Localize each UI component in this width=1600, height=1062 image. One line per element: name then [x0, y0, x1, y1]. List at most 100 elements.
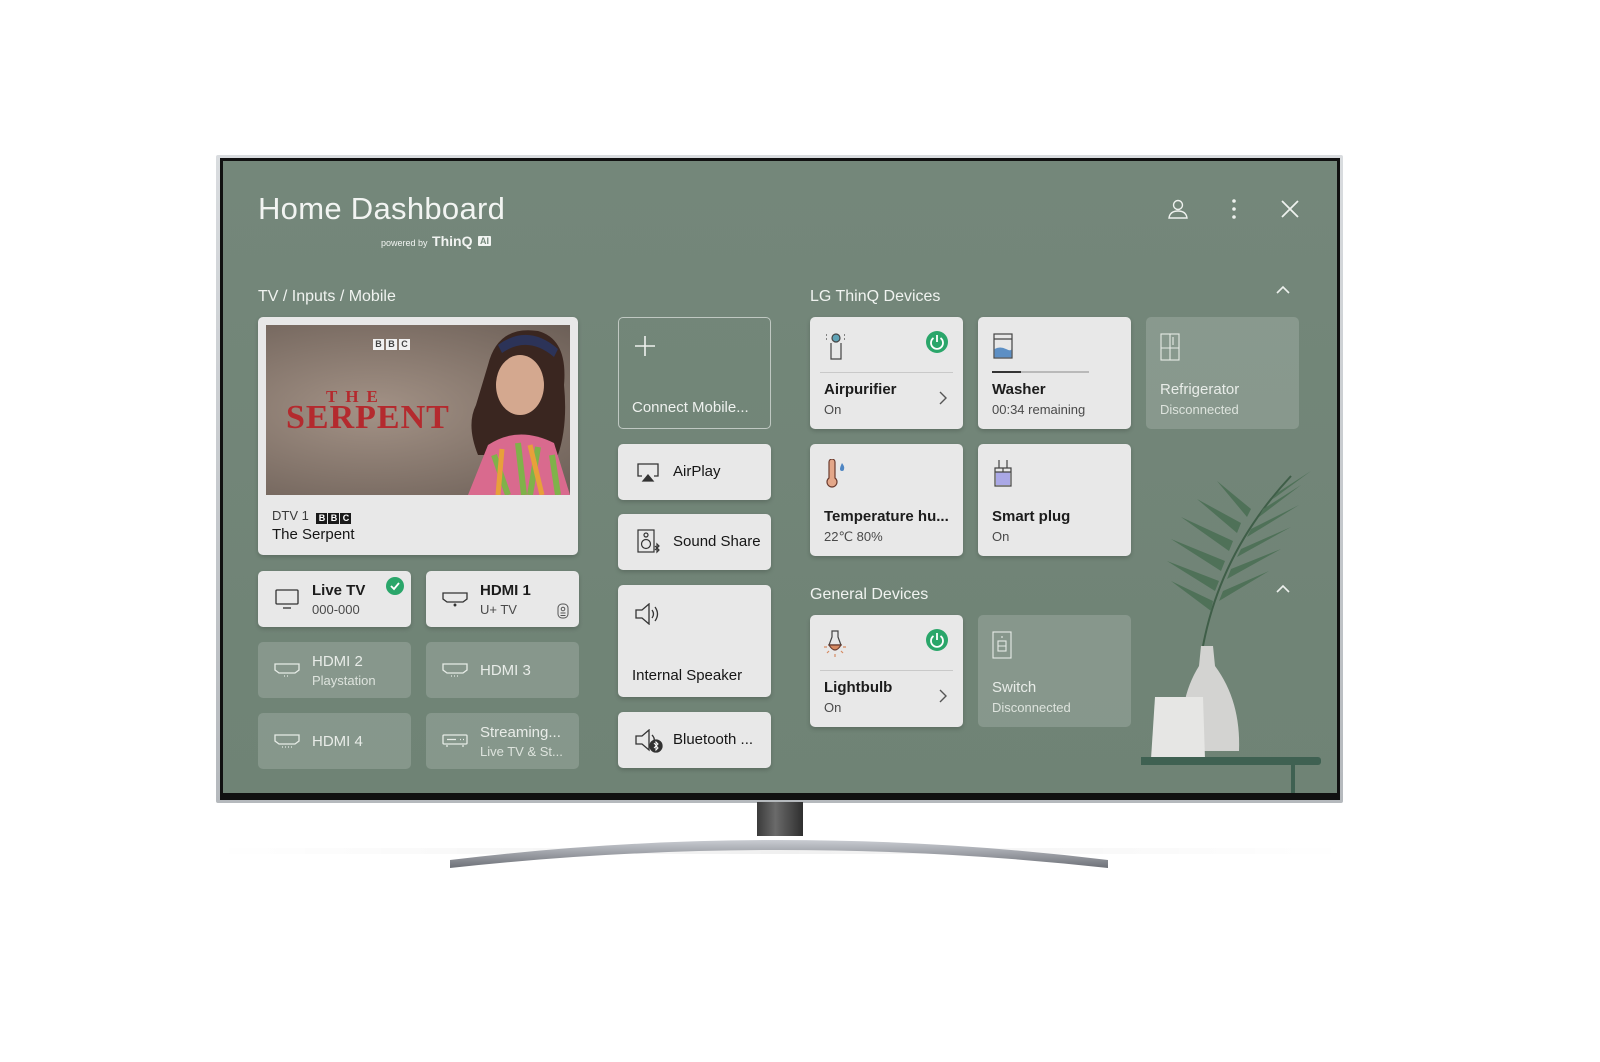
profile-icon[interactable]	[1166, 197, 1190, 221]
ai-badge: AI	[478, 236, 491, 246]
device-switch[interactable]: Switch Disconnected	[978, 615, 1131, 727]
device-name: Refrigerator	[1160, 381, 1240, 398]
chevron-right-icon[interactable]	[938, 688, 948, 704]
channel-number: DTV 1	[272, 508, 309, 523]
airplay-icon	[637, 463, 659, 482]
device-status: 00:34 remaining	[992, 402, 1086, 417]
section-title-general: General Devices	[810, 586, 929, 603]
thinq-logo: ThinQ	[432, 233, 473, 249]
power-on-icon[interactable]	[926, 331, 948, 353]
refrigerator-icon	[1160, 333, 1180, 361]
page-title: Home Dashboard	[258, 191, 506, 226]
input-live-tv[interactable]: Live TV 000-000	[258, 571, 411, 627]
device-temperature-humidity[interactable]: Temperature hu... 22℃ 80%	[810, 444, 963, 556]
selected-check-icon	[386, 577, 404, 595]
plus-icon	[635, 336, 655, 356]
device-lightbulb[interactable]: Lightbulb On	[810, 615, 963, 727]
airplay-button[interactable]: AirPlay	[618, 444, 771, 500]
device-name: Temperature hu...	[824, 508, 949, 525]
remote-icon	[557, 603, 569, 619]
input-name: HDMI 1	[480, 582, 531, 599]
internal-speaker-label: Internal Speaker	[632, 667, 743, 684]
device-washer[interactable]: Washer 00:34 remaining	[978, 317, 1131, 429]
airplay-label: AirPlay	[673, 463, 721, 480]
now-playing-card[interactable]: BBC THE SERPENT DTV 1 B B C The Serpent	[258, 317, 578, 555]
bluetooth-button[interactable]: Bluetooth ...	[618, 712, 771, 768]
device-refrigerator[interactable]: Refrigerator Disconnected	[1146, 317, 1299, 429]
home-dashboard-screen: Home Dashboard powered by ThinQ AI TV / …	[223, 161, 1337, 793]
input-name: HDMI 2	[312, 653, 363, 670]
collapse-thinq-chevron-up-icon[interactable]	[1274, 283, 1292, 297]
chevron-right-icon[interactable]	[938, 390, 948, 406]
device-name: Airpurifier	[824, 381, 897, 398]
device-name: Washer	[992, 381, 1046, 398]
divider	[820, 670, 953, 671]
decor-plant-vase	[1141, 471, 1321, 793]
device-name: Smart plug	[992, 508, 1071, 525]
program-poster: BBC THE SERPENT	[266, 325, 570, 495]
smart-plug-icon	[994, 460, 1012, 487]
input-name: Streaming...	[480, 724, 561, 741]
device-name: Switch	[992, 679, 1037, 696]
input-streaming[interactable]: Streaming... Live TV & St...	[426, 713, 579, 769]
device-status: 22℃ 80%	[824, 529, 883, 544]
poster-portrait	[468, 330, 570, 495]
poster-title-serpent: SERPENT	[286, 399, 450, 436]
sound-share-icon	[637, 529, 660, 554]
input-hdmi-2[interactable]: HDMI 2 Playstation	[258, 642, 411, 698]
section-title-tv-inputs: TV / Inputs / Mobile	[258, 288, 396, 305]
close-icon[interactable]	[1278, 197, 1302, 221]
air-purifier-icon	[826, 333, 846, 360]
powered-by-thinq: powered by ThinQ AI	[381, 233, 491, 249]
input-sub: U+ TV	[480, 602, 517, 617]
input-name: Live TV	[312, 582, 366, 599]
tv-stand-base	[450, 840, 1108, 868]
device-status: Disconnected	[1160, 402, 1239, 417]
switch-icon	[992, 631, 1012, 659]
collapse-general-chevron-up-icon[interactable]	[1274, 582, 1292, 596]
sound-share-button[interactable]: Sound Share	[618, 514, 771, 570]
input-name: HDMI 3	[480, 662, 531, 679]
device-name: Lightbulb	[824, 679, 893, 696]
lightbulb-icon	[824, 630, 846, 657]
device-status: Disconnected	[992, 700, 1071, 715]
channel-info: DTV 1 B B C	[272, 508, 352, 524]
channel-logo: B B C	[316, 513, 352, 524]
thermo-hygrometer-icon	[826, 459, 845, 488]
speaker-icon	[635, 603, 659, 625]
washer-icon	[993, 333, 1013, 359]
input-hdmi-4[interactable]: HDMI 4	[258, 713, 411, 769]
device-status: On	[824, 402, 842, 417]
hdmi-icon	[442, 663, 468, 677]
hdmi-icon	[274, 663, 300, 677]
washer-progress-track	[992, 371, 1089, 373]
hdmi-icon	[442, 592, 468, 607]
input-sub: 000-000	[312, 602, 360, 617]
hdmi-icon	[274, 734, 300, 748]
bluetooth-label: Bluetooth ...	[673, 731, 754, 748]
input-sub: Live TV & St...	[480, 744, 563, 759]
washer-progress-fill	[992, 371, 1022, 373]
more-options-icon[interactable]	[1222, 197, 1246, 221]
connect-mobile-button[interactable]: Connect Mobile...	[618, 317, 771, 429]
device-airpurifier[interactable]: Airpurifier On	[810, 317, 963, 429]
input-hdmi-3[interactable]: HDMI 3	[426, 642, 579, 698]
input-hdmi-1[interactable]: HDMI 1 U+ TV	[426, 571, 579, 627]
internal-speaker-button[interactable]: Internal Speaker	[618, 585, 771, 697]
device-smart-plug[interactable]: Smart plug On	[978, 444, 1131, 556]
sound-share-label: Sound Share	[673, 533, 761, 550]
set-top-box-icon	[442, 734, 468, 747]
powered-by-label: powered by	[381, 238, 428, 248]
divider	[820, 372, 953, 373]
bluetooth-speaker-icon	[635, 729, 663, 753]
connect-mobile-label: Connect Mobile...	[632, 399, 749, 416]
poster-bbc-logo: BBC	[373, 339, 410, 350]
input-sub: Playstation	[312, 673, 376, 688]
input-name: HDMI 4	[312, 733, 363, 750]
section-title-thinq: LG ThinQ Devices	[810, 288, 941, 305]
power-on-icon[interactable]	[926, 629, 948, 651]
tv-icon	[275, 589, 299, 609]
program-title: The Serpent	[272, 526, 355, 543]
device-status: On	[824, 700, 842, 715]
device-status: On	[992, 529, 1010, 544]
